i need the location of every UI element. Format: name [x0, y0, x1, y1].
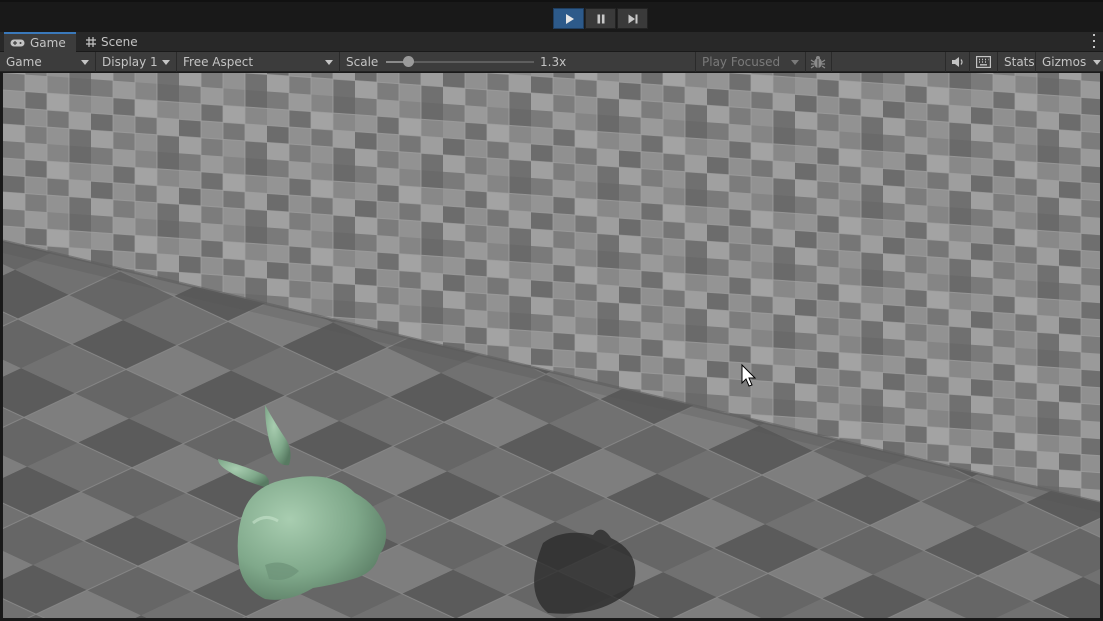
chevron-down-icon: [325, 60, 333, 65]
step-button[interactable]: [617, 8, 648, 29]
view-mode-dropdown[interactable]: Game: [0, 52, 96, 72]
gizmos-dropdown[interactable]: [1088, 52, 1103, 72]
debug-button[interactable]: [806, 52, 832, 72]
aspect-dropdown[interactable]: Free Aspect: [177, 52, 340, 72]
display-dropdown[interactable]: Display 1: [96, 52, 177, 72]
pause-icon: [597, 14, 604, 23]
gizmos-label: Gizmos: [1042, 55, 1087, 69]
tab-menu-icon[interactable]: [1091, 34, 1097, 48]
pause-button[interactable]: [585, 8, 616, 29]
play-mode-dropdown[interactable]: Play Focused: [696, 52, 806, 72]
tab-scene[interactable]: Scene: [80, 32, 150, 52]
play-button[interactable]: [553, 8, 584, 29]
tab-game[interactable]: Game: [4, 32, 76, 52]
tab-scene-label: Scene: [101, 35, 138, 49]
window-tab-strip: Game Scene: [0, 32, 1103, 52]
mute-audio-button[interactable]: [946, 52, 970, 72]
aspect-value: Free Aspect: [183, 55, 254, 69]
game-view-toolbar: Game Display 1 Free Aspect Scale 1.3x Pl…: [0, 52, 1103, 72]
stats-button[interactable]: Stats: [998, 52, 1036, 72]
view-mode-value: Game: [6, 55, 42, 69]
display-value: Display 1: [102, 55, 158, 69]
game-viewport[interactable]: [2, 72, 1101, 619]
chevron-down-icon: [791, 60, 799, 65]
speaker-icon: [952, 57, 963, 67]
tab-game-label: Game: [30, 36, 66, 50]
stats-label: Stats: [1004, 55, 1035, 69]
shortcuts-button[interactable]: [970, 52, 998, 72]
scale-label: Scale: [346, 55, 379, 69]
play-icon: [565, 13, 574, 24]
gamepad-icon: [10, 39, 25, 47]
grid-icon: [86, 37, 96, 47]
scale-value: 1.3x: [540, 55, 567, 69]
play-mode-value: Play Focused: [702, 55, 781, 69]
scene-render: [3, 73, 1100, 618]
chevron-down-icon: [162, 60, 170, 65]
play-controls: [553, 8, 649, 29]
gizmos-button[interactable]: Gizmos: [1036, 52, 1088, 72]
chevron-down-icon: [1093, 60, 1101, 65]
keyboard-icon: [976, 56, 991, 68]
play-toolbar: [0, 0, 1103, 32]
toolbar-spacer: [832, 52, 946, 72]
chevron-down-icon: [81, 60, 89, 65]
step-icon: [628, 14, 637, 23]
bug-icon: [810, 56, 826, 69]
